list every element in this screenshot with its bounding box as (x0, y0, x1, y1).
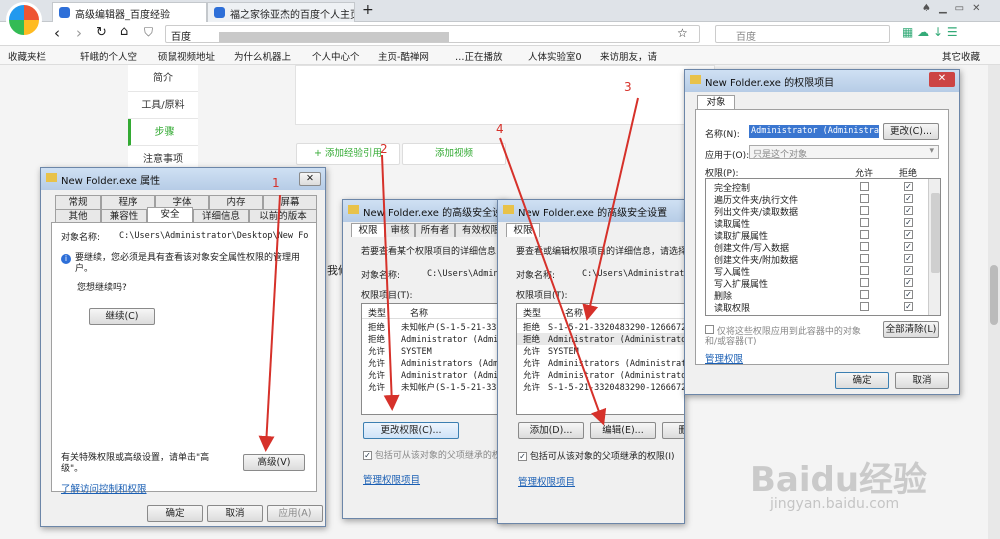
annotation-label-2: 2 (380, 142, 388, 156)
arrow-1 (258, 194, 281, 452)
annotation-label-4: 4 (496, 122, 504, 136)
annotation-label-1: 1 (272, 176, 280, 190)
arrow-4 (499, 137, 607, 426)
browser-logo-icon[interactable] (6, 2, 42, 38)
annotation-label-3: 3 (624, 80, 632, 94)
arrow-3 (582, 97, 639, 321)
annotation-arrows (258, 97, 639, 452)
arrow-2 (381, 154, 400, 411)
